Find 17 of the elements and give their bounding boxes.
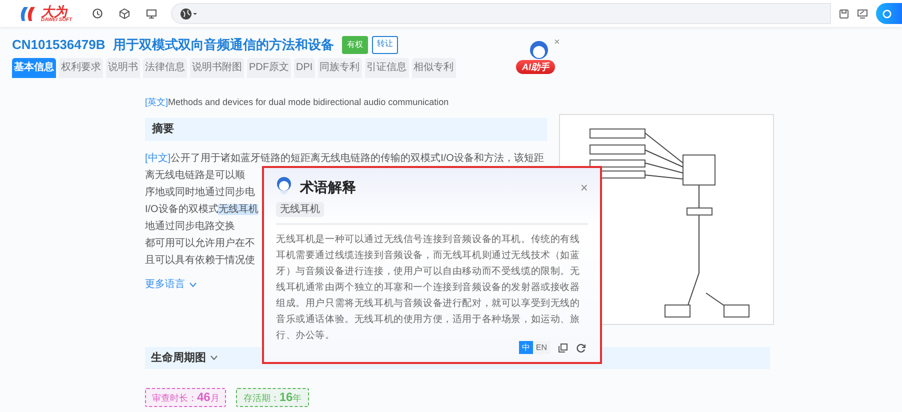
abstract-line: 序地或同时地通过同步电	[145, 186, 255, 200]
abstract-line: I/O设备的双模式无线耳机	[145, 202, 258, 217]
popup-text: 无线耳机是一种可以通过无线信号连接到音频设备的耳机。传统的有线耳机需要通过线缆连接到音频设备，而无线耳机则通过无线技术（如蓝牙）与音频设备进行连接，使用户可以自由移动而不受线缆的限制。无线耳机通常由两个独立的耳塞和一个连接到音频设备的发射器或接收器组成。用户只需将无线耳机与音频设备进行配对，就可以享受到无线的音乐或通话体验。无线耳机的使用方便，适用于各种场景，如运动、旅行、办公等。	[276, 233, 581, 343]
patent-number: CN101536479B	[12, 36, 106, 54]
patent-title: 用于双模式双向音频通信的方法和设备	[113, 36, 334, 54]
stat-tag: 存活期：16年	[236, 388, 309, 406]
section-header-bar: 摘要	[145, 118, 547, 141]
stat-tag: 审查时长：46月	[145, 388, 226, 406]
abstract-line: 地通过同步电路交换	[145, 220, 235, 234]
term-tag: 无线耳机	[276, 202, 324, 217]
section-title: 生命周期图	[151, 350, 206, 366]
abstract-line: 都可用可以允许用户在不	[145, 236, 255, 251]
logo-text: 大为	[41, 4, 68, 18]
abstract-line: 且可以具有依赖于情况使	[145, 254, 255, 268]
english-title: [英文]Methods and devices for dual mode bidirectional audio communication	[145, 96, 450, 109]
status-tag: 有权	[342, 36, 368, 54]
status-tag: 转让	[372, 36, 398, 54]
